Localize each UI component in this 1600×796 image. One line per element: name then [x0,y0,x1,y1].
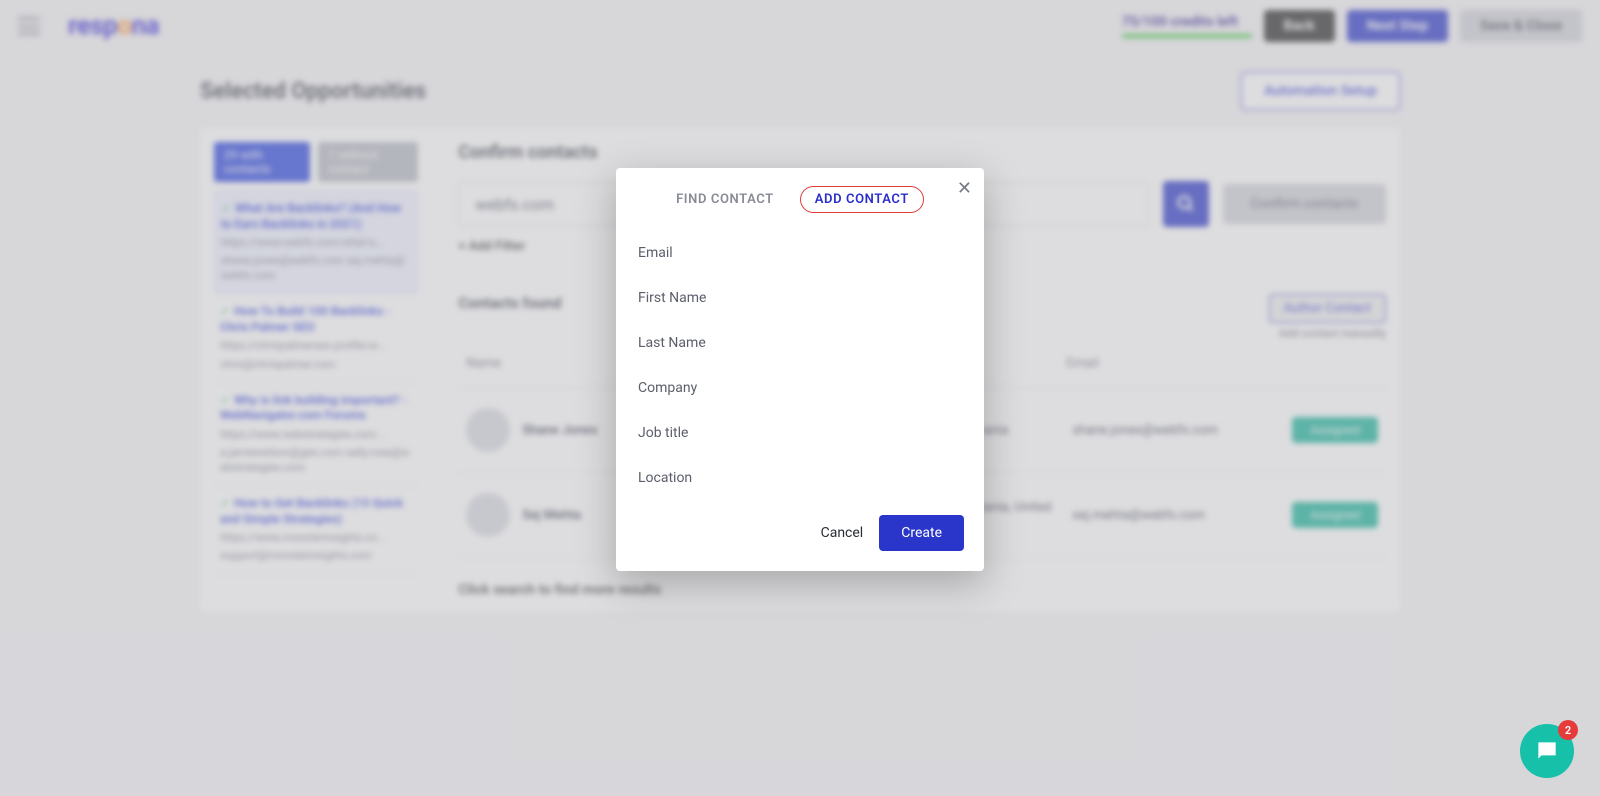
tab-add-contact[interactable]: ADD CONTACT [800,186,924,213]
chat-icon [1534,738,1560,764]
add-contact-modal: ✕ FIND CONTACT ADD CONTACT Cancel Create [616,168,984,571]
close-icon[interactable]: ✕ [957,178,972,199]
chat-badge: 2 [1558,720,1578,740]
chat-widget[interactable]: 2 [1520,724,1574,778]
email-field[interactable] [636,231,964,275]
last-name-field[interactable] [636,321,964,365]
location-field[interactable] [636,456,964,500]
job-title-field[interactable] [636,411,964,455]
tab-find-contact[interactable]: FIND CONTACT [676,192,774,207]
first-name-field[interactable] [636,276,964,320]
company-field[interactable] [636,366,964,410]
cancel-button[interactable]: Cancel [821,525,864,541]
create-button[interactable]: Create [879,515,964,551]
